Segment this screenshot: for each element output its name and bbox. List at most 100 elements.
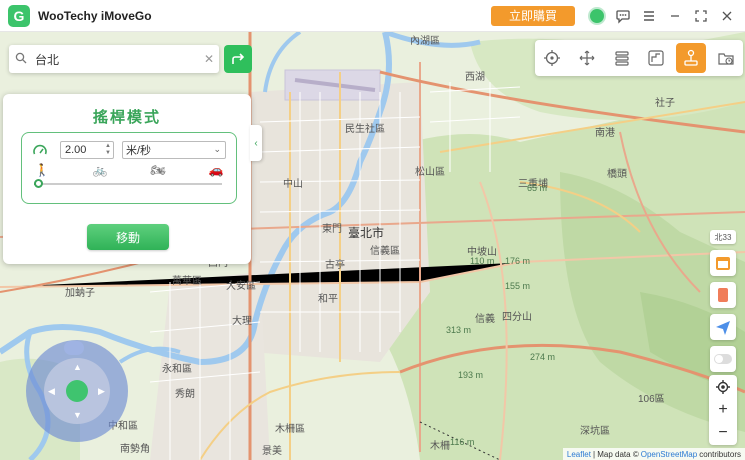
map-label: 四分山 <box>502 312 532 323</box>
close-icon[interactable] <box>715 4 739 28</box>
collapse-panel-button[interactable]: ‹ <box>250 125 262 161</box>
minimize-icon[interactable] <box>663 4 687 28</box>
map-label: 木柵區 <box>275 424 305 435</box>
unit-value: 米/秒 <box>126 145 152 157</box>
fullscreen-icon[interactable] <box>689 4 713 28</box>
map-label: 西湖 <box>465 72 485 83</box>
paper-plane-icon <box>716 321 730 335</box>
map-label: 橋頭 <box>607 169 627 180</box>
map-label: 木柵 <box>430 441 450 452</box>
map-label: 內湖區 <box>410 36 440 47</box>
leaflet-link[interactable]: Leaflet <box>567 450 591 459</box>
map-label: 南港 <box>595 128 615 139</box>
map-label: 加蚋子 <box>65 288 95 299</box>
up-arrow-icon[interactable]: ▲ <box>73 362 82 372</box>
map-label: 176 m <box>505 256 531 266</box>
title-bar: G WooTechy iMoveGo 立即購買 <box>0 0 745 32</box>
chevron-down-icon: ⌄ <box>213 144 221 154</box>
path-icon <box>648 50 664 66</box>
search-bar: ✕ <box>9 45 219 73</box>
down-arrow-icon[interactable]: ▼ <box>73 410 82 420</box>
toggle-icon <box>714 354 732 364</box>
map-label: 中山 <box>283 179 303 190</box>
side-controls: 北33 <box>709 230 737 378</box>
search-icon <box>15 52 35 67</box>
right-arrow-icon[interactable]: ▶ <box>98 386 105 397</box>
zoom-out-button[interactable]: − <box>709 421 737 444</box>
move-button[interactable]: 移動 <box>87 224 169 250</box>
mode-toolbar <box>535 40 743 76</box>
account-avatar[interactable] <box>585 4 609 28</box>
joystick-icon <box>684 49 698 66</box>
map-label: 大理 <box>232 316 252 327</box>
transport-modes: 🚶 🚲 🏍 🚗 <box>34 163 224 177</box>
menu-icon[interactable] <box>637 4 661 28</box>
map-label: 深坑區 <box>580 426 610 437</box>
folder-clock-icon <box>718 53 734 65</box>
map-label: 南勢角 <box>120 444 150 455</box>
joystick-panel: 搖桿模式 2.00 ▲ ▼ 米/秒 ⌄ 🚶 🚲 🏍 🚗 移動 <box>3 94 251 264</box>
locate-me-icon[interactable] <box>709 375 737 398</box>
search-input[interactable] <box>35 52 199 66</box>
map-label: 景美 <box>262 446 282 457</box>
map-label: 社子 <box>655 98 675 109</box>
speed-settings: 2.00 ▲ ▼ 米/秒 ⌄ 🚶 🚲 🏍 🚗 <box>21 132 237 204</box>
map-label: 116 m <box>450 437 475 447</box>
map-label: 313 m <box>446 325 472 335</box>
speed-slider-thumb[interactable] <box>33 179 43 188</box>
two-spot-mode-button[interactable] <box>572 43 602 73</box>
map-label: 秀朗 <box>175 389 195 400</box>
unit-select[interactable]: 米/秒 ⌄ <box>122 141 226 159</box>
map-label: 65 m <box>527 183 548 193</box>
zoom-in-button[interactable]: + <box>709 398 737 421</box>
calendar-icon <box>716 257 730 270</box>
bookmark-icon <box>718 288 728 302</box>
pogo-button[interactable] <box>710 250 736 276</box>
speed-input[interactable]: 2.00 ▲ ▼ <box>60 141 114 159</box>
map-zoom-controls: + − <box>709 375 737 445</box>
path-mode-button[interactable] <box>641 43 671 73</box>
joystick-direction-handle[interactable] <box>64 341 84 355</box>
car-icon[interactable]: 🚗 <box>208 163 224 177</box>
buy-now-button[interactable]: 立即購買 <box>491 5 575 26</box>
avatar-icon <box>588 6 606 25</box>
speedometer-icon <box>33 144 47 155</box>
search-go-button[interactable] <box>224 45 252 73</box>
map-label: 大安區 <box>226 281 256 292</box>
map-label: 民生社區 <box>345 124 385 135</box>
map-label: 永和區 <box>162 364 192 375</box>
map-label: 萬華區 <box>172 276 202 287</box>
clear-search-icon[interactable]: ✕ <box>199 52 219 66</box>
speed-slider[interactable] <box>33 179 222 188</box>
left-arrow-icon[interactable]: ◀ <box>48 386 55 397</box>
history-button[interactable] <box>711 43 741 73</box>
favorites-button[interactable] <box>710 282 736 308</box>
teleport-mode-button[interactable] <box>537 43 567 73</box>
map-label: 和平 <box>318 294 338 305</box>
walking-icon[interactable]: 🚶 <box>34 163 50 177</box>
motorcycle-icon[interactable]: 🏍 <box>150 163 166 177</box>
speed-stepper-icon[interactable]: ▲ ▼ <box>105 143 111 157</box>
map-label: 松山區 <box>415 167 445 178</box>
map-label: 臺北市 <box>348 226 385 240</box>
map-label: 274 m <box>530 352 556 362</box>
toggle-switch[interactable] <box>710 346 736 372</box>
joystick-knob[interactable] <box>66 380 88 402</box>
chevron-left-icon: ‹ <box>254 137 258 149</box>
joystick-control[interactable]: ▲ ▼ ◀ ▶ <box>26 340 128 442</box>
joystick-mode-button[interactable] <box>675 43 706 73</box>
osm-link[interactable]: OpenStreetMap <box>641 450 697 459</box>
chat-icon[interactable] <box>611 4 635 28</box>
map-attribution: Leaflet | Map data © OpenStreetMap contr… <box>562 448 745 460</box>
map-label: 信義區 <box>370 246 400 257</box>
go-arrow-icon <box>232 53 245 64</box>
app-logo: G <box>8 4 30 27</box>
multi-spot-mode-button[interactable] <box>607 43 637 73</box>
crosshair-icon <box>544 50 561 66</box>
bicycle-icon[interactable]: 🚲 <box>92 163 108 177</box>
map-label: 110 m <box>470 256 495 266</box>
route-list-icon <box>615 51 629 66</box>
send-location-button[interactable] <box>710 314 736 340</box>
panel-title: 搖桿模式 <box>92 108 161 126</box>
map-label: 古亭 <box>325 260 345 271</box>
